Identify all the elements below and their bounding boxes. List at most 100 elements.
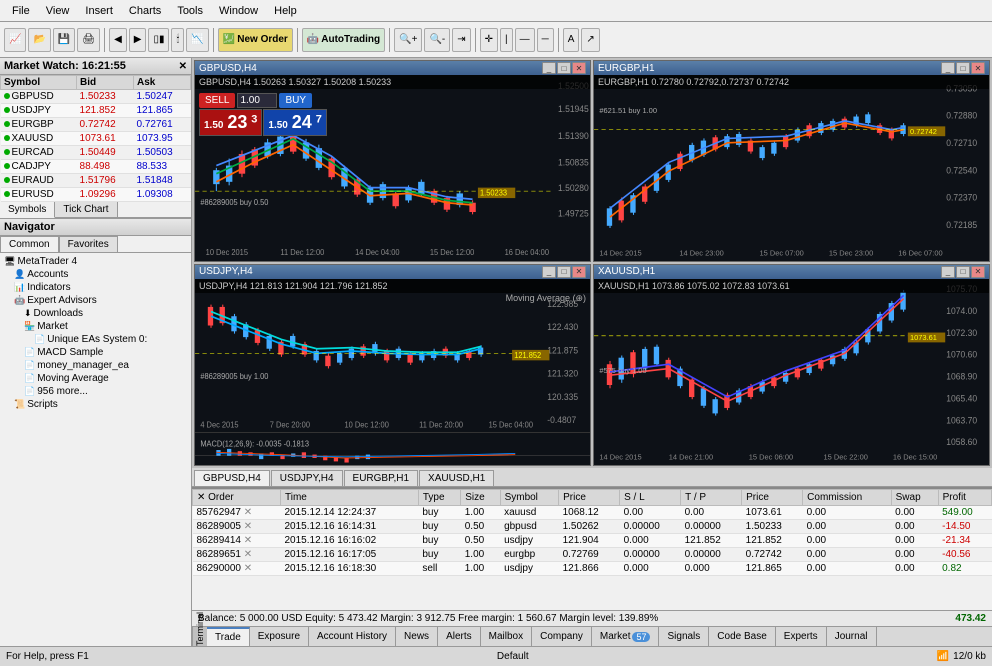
nav-tree-item[interactable]: 📊Indicators	[2, 281, 189, 294]
order-row[interactable]: 86289414 ✕ 2015.12.16 16:16:02 buy 0.50 …	[193, 533, 992, 547]
chart-eurgbp-maximize[interactable]: □	[956, 62, 970, 74]
menu-window[interactable]: Window	[211, 3, 266, 19]
period-separator-btn[interactable]: |	[500, 28, 513, 52]
toolbar-save[interactable]: 💾	[53, 28, 75, 52]
svg-text:14 Dec 04:00: 14 Dec 04:00	[355, 248, 400, 257]
chart-gbpusd-close[interactable]: ✕	[572, 62, 586, 74]
toolbar-new-chart[interactable]: 📈	[4, 28, 26, 52]
nav-tree-item[interactable]: 📜Scripts	[2, 398, 189, 411]
chart-usdjpy-body[interactable]: USDJPY,H4 121.813 121.904 121.796 121.85…	[195, 279, 590, 465]
tab-symbols[interactable]: Symbols	[0, 202, 55, 218]
market-row[interactable]: EURGBP 0.72742 0.72761	[1, 118, 191, 132]
chart-eurgbp-minimize[interactable]: _	[941, 62, 955, 74]
order-commission: 0.00	[803, 505, 891, 519]
chart-tab-xauusd[interactable]: XAUUSD,H1	[419, 470, 494, 486]
chart-usdjpy-maximize[interactable]: □	[557, 266, 571, 278]
order-close-x[interactable]: ✕	[244, 535, 252, 546]
toolbar-forward[interactable]: ▶	[129, 28, 147, 52]
chart-tab-eurgbp[interactable]: EURGBP,H1	[344, 470, 419, 486]
zoom-out-btn[interactable]: 🔍-	[424, 28, 450, 52]
chart-usdjpy-minimize[interactable]: _	[542, 266, 556, 278]
chart-xauusd-body[interactable]: XAUUSD,H1 1073.86 1075.02 1072.83 1073.6…	[594, 279, 989, 465]
hline-btn[interactable]: ─	[537, 28, 554, 52]
order-close-x[interactable]: ✕	[244, 549, 252, 560]
nav-tree-item[interactable]: ⬇Downloads	[2, 307, 189, 320]
chart-tab-gbpusd[interactable]: GBPUSD,H4	[194, 470, 270, 486]
toolbar-bar-chart[interactable]: ▯▮	[148, 28, 169, 52]
order-close-x[interactable]: ✕	[244, 563, 252, 574]
market-watch-close[interactable]: ✕	[179, 61, 187, 72]
terminal-tab-company[interactable]: Company	[532, 627, 592, 647]
terminal-tab-trade[interactable]: Trade	[207, 627, 250, 647]
text-btn[interactable]: A	[563, 28, 580, 52]
terminal-tab-account-history[interactable]: Account History	[309, 627, 396, 647]
terminal-tab-signals[interactable]: Signals	[659, 627, 709, 647]
chart-xauusd-maximize[interactable]: □	[956, 266, 970, 278]
nav-tree-item[interactable]: 📄Moving Average	[2, 372, 189, 385]
nav-tree-item[interactable]: 📄956 more...	[2, 385, 189, 398]
toolbar-line-chart[interactable]: 📉	[186, 28, 208, 52]
nav-tree-item[interactable]: 📄MACD Sample	[2, 346, 189, 359]
menu-help[interactable]: Help	[266, 3, 305, 19]
new-order-btn[interactable]: 💹 New Order	[218, 28, 293, 52]
svg-text:10 Dec 2015: 10 Dec 2015	[206, 248, 249, 257]
market-row[interactable]: EURAUD 1.51796 1.51848	[1, 174, 191, 188]
market-row[interactable]: USDJPY 121.852 121.865	[1, 104, 191, 118]
toolbar-back[interactable]: ◀	[109, 28, 127, 52]
zoom-in-btn[interactable]: 🔍+	[394, 28, 422, 52]
terminal-tab-code-base[interactable]: Code Base	[709, 627, 775, 647]
order-row[interactable]: 86290000 ✕ 2015.12.16 16:18:30 sell 1.00…	[193, 561, 992, 575]
chart-gbpusd-body[interactable]: GBPUSD,H4 1.50263 1.50327 1.50208 1.5023…	[195, 75, 590, 261]
nav-tree-item[interactable]: 📄money_manager_ea	[2, 359, 189, 372]
nav-tab-favorites[interactable]: Favorites	[59, 236, 118, 252]
toolbar-open[interactable]: 📂	[28, 28, 50, 52]
menu-view[interactable]: View	[38, 3, 78, 19]
chart-xauusd-close[interactable]: ✕	[971, 266, 985, 278]
chart-gbpusd-maximize[interactable]: □	[557, 62, 571, 74]
chart-eurgbp-close[interactable]: ✕	[971, 62, 985, 74]
nav-tree-item[interactable]: 🏪Market	[2, 320, 189, 333]
crosshair-btn[interactable]: ✛	[480, 28, 498, 52]
menu-charts[interactable]: Charts	[121, 3, 169, 19]
toolbar-candle-chart[interactable]: 🕯	[171, 28, 184, 52]
terminal-tab-journal[interactable]: Journal	[827, 627, 877, 647]
nav-tree-item[interactable]: 🤖Expert Advisors	[2, 294, 189, 307]
menu-file[interactable]: File	[4, 3, 38, 19]
chart-xauusd-minimize[interactable]: _	[941, 266, 955, 278]
order-row[interactable]: 86289005 ✕ 2015.12.16 16:14:31 buy 0.50 …	[193, 519, 992, 533]
terminal-tab-alerts[interactable]: Alerts	[438, 627, 481, 647]
chart-gbpusd-minimize[interactable]: _	[542, 62, 556, 74]
menu-insert[interactable]: Insert	[77, 3, 121, 19]
sell-button[interactable]: SELL	[199, 93, 235, 108]
chart-tab-usdjpy[interactable]: USDJPY,H4	[271, 470, 343, 486]
nav-tree-item[interactable]: 📄Unique EAs System 0:	[2, 333, 189, 346]
terminal-tab-exposure[interactable]: Exposure	[250, 627, 309, 647]
market-row[interactable]: GBPUSD 1.50233 1.50247	[1, 90, 191, 104]
menu-tools[interactable]: Tools	[169, 3, 211, 19]
arrow-btn[interactable]: ↗	[581, 28, 599, 52]
toolbar-print[interactable]: 🖨	[77, 28, 100, 52]
chart-eurgbp-body[interactable]: EURGBP,H1 0.72780 0.72792,0.72737 0.7274…	[594, 75, 989, 261]
market-row[interactable]: XAUUSD 1073.61 1073.95	[1, 132, 191, 146]
nav-tree-item[interactable]: 👤Accounts	[2, 268, 189, 281]
nav-tab-common[interactable]: Common	[0, 236, 59, 252]
auto-trading-btn[interactable]: 🤖 AutoTrading	[302, 28, 385, 52]
buy-button[interactable]: BUY	[279, 93, 312, 108]
order-close-x[interactable]: ✕	[244, 507, 252, 518]
order-close-x[interactable]: ✕	[244, 521, 252, 532]
line-btn[interactable]: —	[515, 28, 535, 52]
lot-input[interactable]	[237, 93, 277, 108]
market-row[interactable]: EURCAD 1.50449 1.50503	[1, 146, 191, 160]
terminal-tab-news[interactable]: News	[396, 627, 438, 647]
order-row[interactable]: 85762947 ✕ 2015.12.14 12:24:37 buy 1.00 …	[193, 505, 992, 519]
terminal-tab-experts[interactable]: Experts	[776, 627, 827, 647]
terminal-tab-mailbox[interactable]: Mailbox	[481, 627, 532, 647]
market-row[interactable]: CADJPY 88.498 88.533	[1, 160, 191, 174]
nav-tree-item[interactable]: 🖥MetaTrader 4	[2, 255, 189, 268]
terminal-tab-market[interactable]: Market57	[592, 627, 660, 647]
scroll-right-btn[interactable]: ⇥	[452, 28, 470, 52]
order-row[interactable]: 86289651 ✕ 2015.12.16 16:17:05 buy 1.00 …	[193, 547, 992, 561]
market-row[interactable]: EURUSD 1.09296 1.09308	[1, 188, 191, 202]
chart-usdjpy-close[interactable]: ✕	[572, 266, 586, 278]
tab-tick-chart[interactable]: Tick Chart	[55, 202, 117, 217]
